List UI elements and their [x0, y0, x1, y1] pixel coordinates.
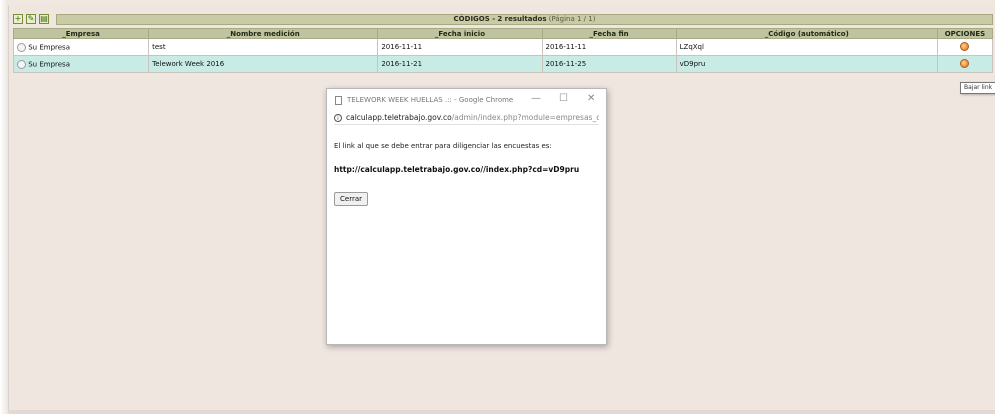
address-bar[interactable]: i calculapp.teletrabajo.gov.co/admin/ind…: [334, 111, 599, 125]
download-link-icon[interactable]: [960, 41, 970, 51]
row-radio[interactable]: [17, 59, 26, 69]
col-fecha-fin[interactable]: _Fecha fin: [541, 28, 677, 39]
cell-empresa: Su Empresa: [12, 55, 150, 73]
caption-page: (Página 1 / 1): [548, 15, 596, 23]
add-icon[interactable]: +: [13, 14, 23, 24]
cell-codigo: vD9pru: [675, 55, 938, 73]
edit-icon[interactable]: ✎: [26, 14, 36, 24]
row-radio[interactable]: [17, 42, 26, 52]
popup-body: El link al que se debe entrar para dilig…: [327, 142, 606, 206]
cell-nombre: Telework Week 2016: [148, 55, 379, 73]
survey-link[interactable]: http://calculapp.teletrabajo.gov.co//ind…: [334, 165, 599, 174]
cell-fecha-fin: 2016-11-11: [541, 38, 677, 56]
popup-title: TELEWORK WEEK HUELLAS .:: - Google Chrom…: [347, 96, 514, 104]
download-link-icon[interactable]: [960, 58, 970, 68]
page-edge: [0, 0, 8, 414]
address-path: /admin/index.php?module=empresas_c: [451, 113, 599, 122]
export-icon[interactable]: ▤: [39, 14, 49, 24]
popup-window: TELEWORK WEEK HUELLAS .:: - Google Chrom…: [326, 88, 607, 345]
table-header: _Empresa _Nombre medición _Fecha inicio …: [12, 28, 994, 39]
cell-fecha-inicio: 2016-11-21: [377, 55, 543, 73]
cell-nombre: test: [148, 38, 379, 56]
empresa-value: Su Empresa: [28, 43, 70, 51]
minimize-icon[interactable]: —: [531, 93, 541, 105]
popup-titlebar[interactable]: TELEWORK WEEK HUELLAS .:: - Google Chrom…: [327, 89, 606, 111]
table-row[interactable]: Su Empresa test 2016-11-11 2016-11-11 LZ…: [12, 38, 994, 56]
col-fecha-inicio[interactable]: _Fecha inicio: [377, 28, 543, 39]
col-nombre[interactable]: _Nombre medición: [148, 28, 379, 39]
address-host: calculapp.teletrabajo.gov.co: [346, 113, 452, 122]
popup-message: El link al que se debe entrar para dilig…: [334, 142, 552, 150]
cell-fecha-inicio: 2016-11-11: [377, 38, 543, 56]
close-button[interactable]: Cerrar: [334, 192, 368, 206]
page-icon: [335, 95, 342, 105]
caption-count: 2 resultados: [497, 15, 547, 23]
table-row[interactable]: Su Empresa Telework Week 2016 2016-11-21…: [12, 55, 994, 73]
results-caption: CÓDIGOS - 2 resultados (Página 1 / 1): [56, 14, 993, 25]
cell-opciones: [936, 55, 994, 73]
cell-empresa: Su Empresa: [12, 38, 150, 56]
info-icon[interactable]: i: [334, 113, 342, 122]
col-codigo[interactable]: _Código (automático): [675, 28, 938, 39]
col-empresa[interactable]: _Empresa: [12, 28, 150, 39]
col-opciones: OPCIONES: [936, 28, 994, 39]
maximize-icon[interactable]: ☐: [559, 93, 568, 105]
cell-fecha-fin: 2016-11-25: [541, 55, 677, 73]
caption-title: CÓDIGOS -: [453, 15, 496, 23]
cell-opciones: [936, 38, 994, 56]
empresa-value: Su Empresa: [28, 60, 70, 68]
bottom-edge: [8, 410, 995, 414]
tooltip: Bajar link: [960, 82, 995, 94]
codes-table: _Empresa _Nombre medición _Fecha inicio …: [12, 28, 994, 73]
cell-codigo: LZqXql: [675, 38, 938, 56]
close-icon[interactable]: ✕: [587, 93, 595, 105]
